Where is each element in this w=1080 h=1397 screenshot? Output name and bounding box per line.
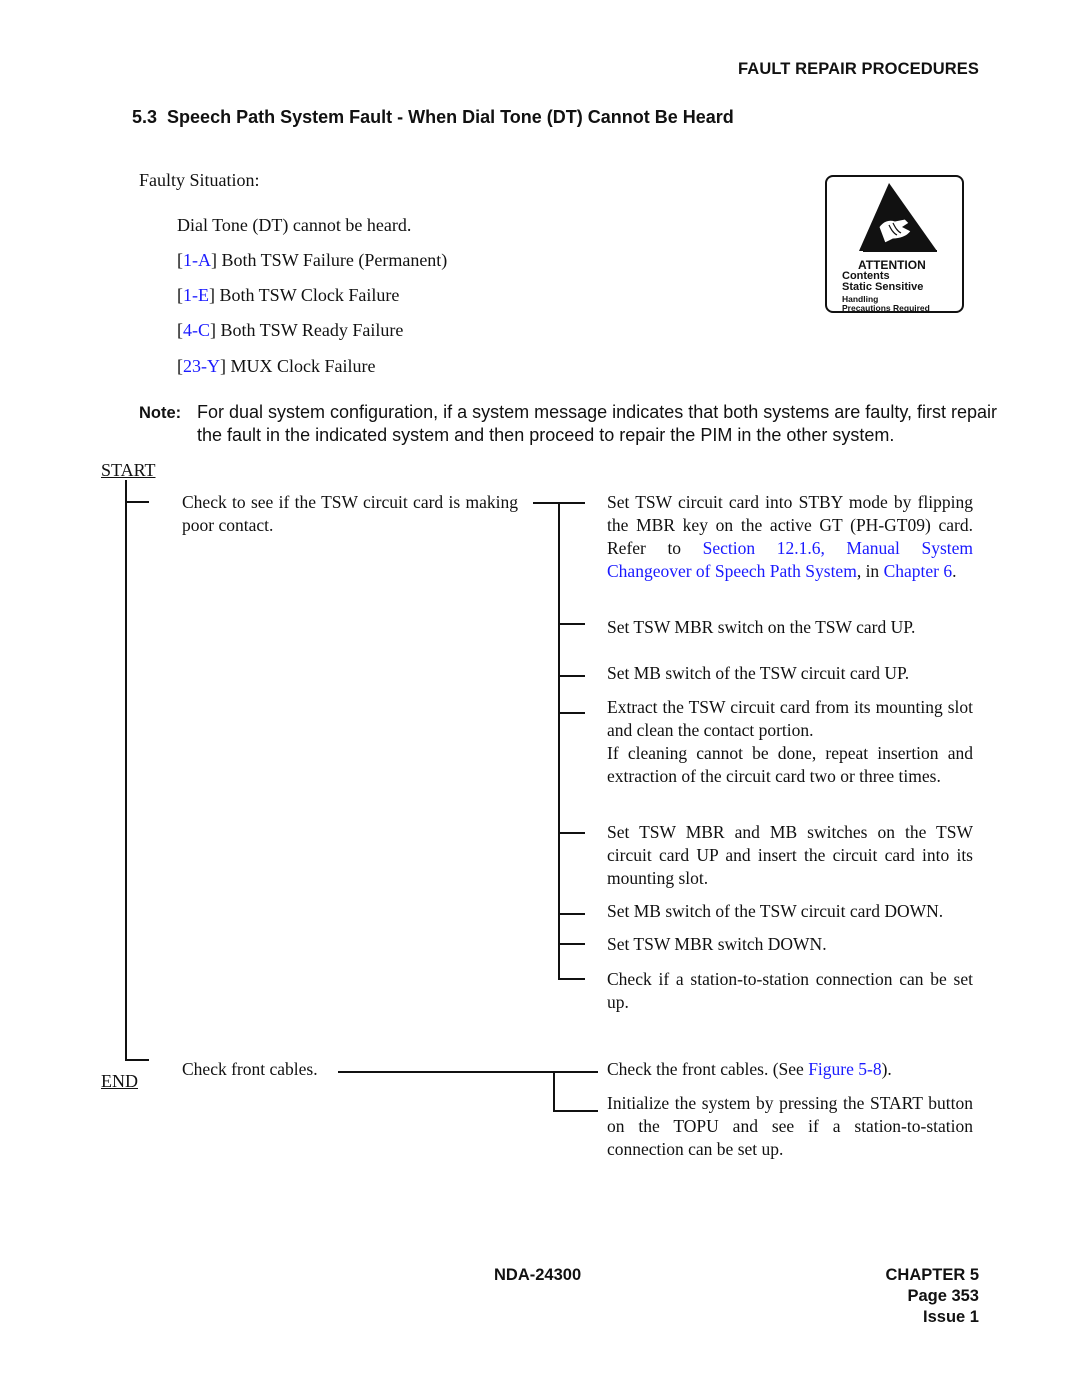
footer-chapter: CHAPTER 5	[885, 1266, 979, 1284]
fault-item-text: Both TSW Failure (Permanent)	[221, 250, 448, 270]
fault-code-link[interactable]: 4-C	[183, 320, 210, 340]
flow-connector	[558, 712, 585, 714]
note-text-line: the fault in the indicated system and th…	[197, 425, 895, 445]
running-header: FAULT REPAIR PROCEDURES	[738, 60, 979, 78]
fault-description: Dial Tone (DT) cannot be heard.	[177, 215, 412, 235]
flow-connector	[338, 1071, 598, 1073]
flow-connector	[558, 675, 585, 677]
fault-code-link[interactable]: 1-E	[183, 285, 209, 305]
footer-issue: Issue 1	[923, 1308, 979, 1326]
section-title: 5.3 Speech Path System Fault - When Dial…	[132, 107, 734, 128]
flow-step-right: Set MB switch of the TSW circuit card DO…	[607, 901, 944, 921]
fault-item: [23-Y] MUX Clock Failure	[177, 356, 376, 376]
step-text: If cleaning cannot be done, repeat inser…	[607, 743, 973, 786]
section-number: 5.3	[132, 107, 158, 127]
flow-connector	[125, 1059, 149, 1061]
flow-connector	[553, 1110, 598, 1112]
attention-line: Static Sensitive	[842, 281, 924, 293]
note-label: Note:	[139, 404, 182, 422]
esd-warning-icon	[859, 183, 937, 252]
step-text: , in	[856, 561, 884, 581]
footer-page: Page 353	[907, 1287, 979, 1305]
flow-step-left: Check front cables.	[182, 1059, 318, 1079]
flow-step-right: Set TSW MBR switch DOWN.	[607, 934, 827, 954]
flow-connector	[125, 501, 149, 503]
footer-doc-number: NDA-24300	[494, 1266, 582, 1284]
flow-step-left: Check to see if the TSW circuit card is …	[182, 492, 518, 535]
fault-item-text: Both TSW Ready Failure	[220, 320, 404, 340]
flow-step-right: Set MB switch of the TSW circuit card UP…	[607, 663, 910, 683]
flow-connector	[558, 978, 585, 980]
flow-connector	[558, 943, 585, 945]
fault-item: [1-E] Both TSW Clock Failure	[177, 285, 400, 305]
note-text-line: For dual system configuration, if a syst…	[197, 402, 997, 422]
step-text: .	[952, 561, 957, 581]
flow-start-label: START	[101, 460, 156, 480]
fault-item-text: Both TSW Clock Failure	[219, 285, 400, 305]
note-text: For dual system configuration, if a syst…	[197, 401, 1057, 447]
flow-connector	[558, 502, 560, 980]
step-text: Extract the TSW circuit card from its mo…	[607, 697, 973, 740]
fault-item: [1-A] Both TSW Failure (Permanent)	[177, 250, 448, 270]
fault-code-link[interactable]: 1-A	[183, 250, 211, 270]
flow-step-right: Check the front cables. (See Figure 5-8)…	[607, 1058, 973, 1081]
chapter-link[interactable]: Chapter 6	[884, 561, 953, 581]
flow-step-right: Set TSW MBR and MB switches on the TSW c…	[607, 822, 973, 888]
fault-item: [4-C] Both TSW Ready Failure	[177, 320, 404, 340]
step-text: ).	[881, 1059, 892, 1079]
flow-connector	[558, 832, 585, 834]
figure-link[interactable]: Figure 5-8	[808, 1059, 881, 1079]
flow-connector	[553, 1071, 555, 1112]
flow-step-right: Set TSW MBR switch on the TSW card UP.	[607, 617, 916, 637]
flow-step-right: Initialize the system by pressing the ST…	[607, 1093, 973, 1159]
attention-esd-label: ATTENTION Contents Static Sensitive Hand…	[825, 175, 964, 313]
fault-item-text: MUX Clock Failure	[230, 356, 376, 376]
flow-step-right: Extract the TSW circuit card from its mo…	[607, 696, 973, 788]
flow-end-label: END	[101, 1071, 138, 1091]
flow-connector	[125, 480, 127, 1060]
step-text: Check the front cables. (See	[607, 1059, 809, 1079]
section-title-text: Speech Path System Fault - When Dial Ton…	[167, 107, 734, 127]
fault-code-link[interactable]: 23-Y	[183, 356, 220, 376]
flow-connector	[558, 913, 585, 915]
note-block: Note: For dual system configuration, if …	[139, 401, 1059, 445]
attention-line: Precautions Required	[842, 303, 930, 313]
faulty-situation-label: Faulty Situation:	[139, 170, 260, 190]
flow-connector	[558, 623, 585, 625]
flow-step-right: Check if a station-to-station connection…	[607, 969, 973, 1012]
flow-step-right: Set TSW circuit card into STBY mode by f…	[607, 491, 973, 583]
